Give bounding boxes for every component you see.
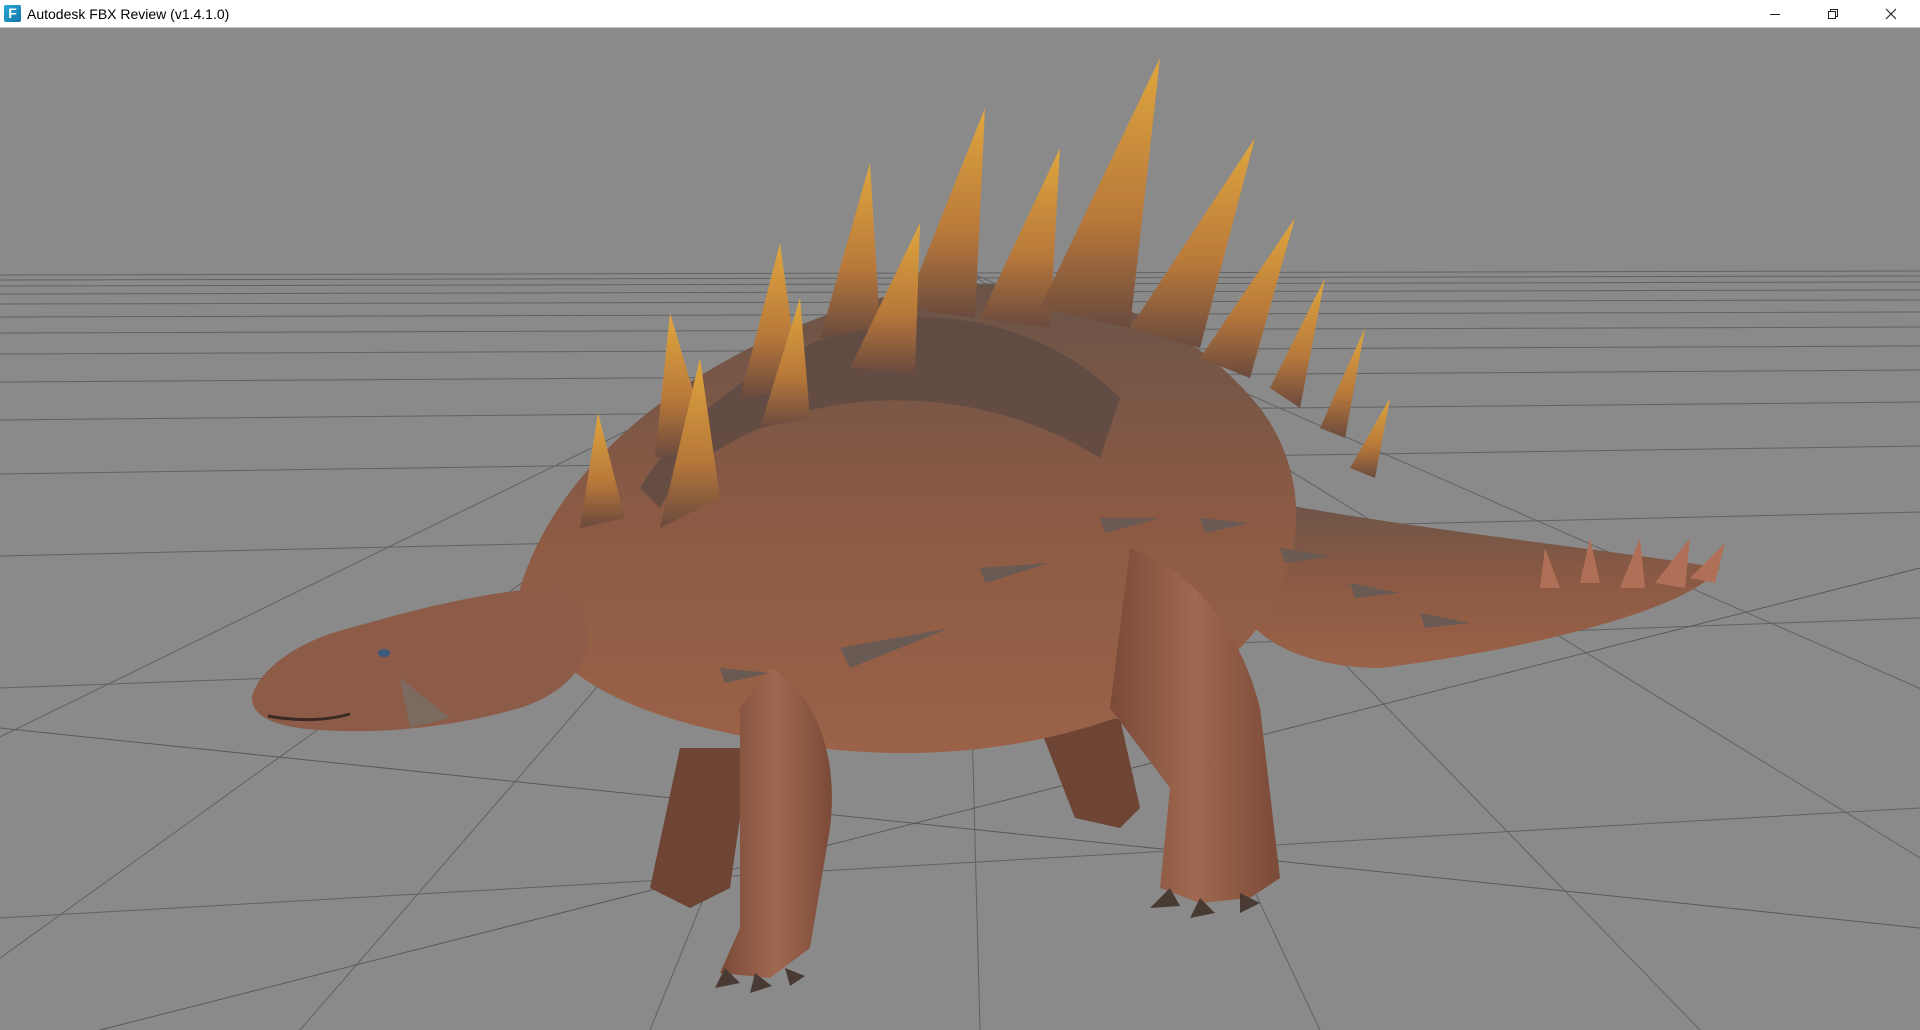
restore-button[interactable] bbox=[1804, 0, 1862, 28]
scene-canvas[interactable] bbox=[0, 28, 1920, 1030]
window-controls bbox=[1746, 0, 1920, 28]
app-icon[interactable]: F bbox=[4, 5, 21, 22]
tail bbox=[1240, 498, 1720, 668]
far-front-leg bbox=[650, 748, 750, 908]
3d-viewport[interactable] bbox=[0, 28, 1920, 1030]
title-bar[interactable]: F Autodesk FBX Review (v1.4.1.0) bbox=[0, 0, 1920, 28]
restore-icon bbox=[1828, 9, 1838, 19]
window-title: Autodesk FBX Review (v1.4.1.0) bbox=[27, 5, 230, 22]
close-button[interactable] bbox=[1862, 0, 1920, 28]
close-icon bbox=[1885, 8, 1897, 20]
app-window: F Autodesk FBX Review (v1.4.1.0) bbox=[0, 0, 1920, 1030]
minimize-button[interactable] bbox=[1746, 0, 1804, 28]
app-icon-letter: F bbox=[8, 5, 17, 21]
minimize-icon bbox=[1770, 14, 1780, 15]
eye bbox=[378, 649, 390, 657]
